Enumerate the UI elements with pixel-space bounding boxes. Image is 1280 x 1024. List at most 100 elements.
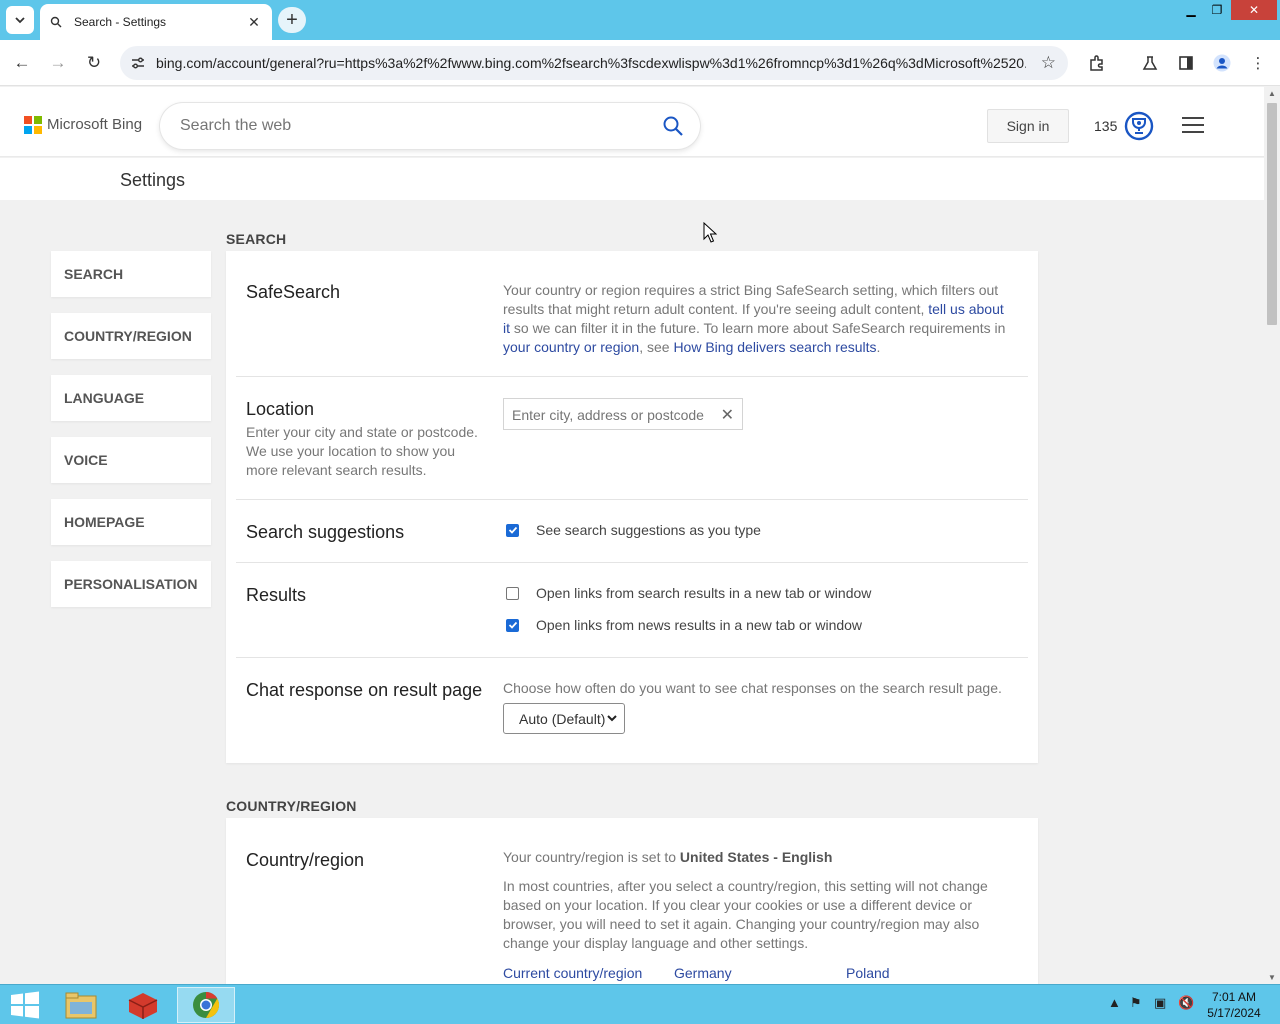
browser-menu-icon[interactable]: ⋮ [1247, 52, 1269, 74]
action-center-flag-icon[interactable]: ⚑ [1130, 995, 1142, 1011]
labs-flask-icon[interactable] [1139, 52, 1161, 74]
search-icon[interactable] [662, 115, 684, 137]
profile-icon[interactable] [1211, 52, 1233, 74]
new-tab-button[interactable]: + [278, 7, 306, 33]
country-link-poland[interactable]: Poland [846, 965, 890, 981]
system-clock[interactable]: 7:01 AM 5/17/2024 [1194, 989, 1274, 1021]
country-link-current[interactable]: Current country/region [503, 965, 642, 981]
brand-name[interactable]: Microsoft Bing [47, 116, 142, 133]
forward-button[interactable]: → [45, 50, 71, 76]
toolbox-icon [128, 993, 158, 1019]
browser-tab-strip: Search - Settings ✕ + ▁ ❐ ✕ [0, 0, 1280, 40]
search-box[interactable] [160, 103, 700, 149]
rewards-trophy-icon[interactable] [1124, 111, 1154, 141]
restore-button[interactable]: ❐ [1205, 0, 1229, 20]
chat-response-description: Choose how often do you want to see chat… [503, 680, 1002, 696]
browser-tab-active[interactable]: Search - Settings ✕ [40, 4, 272, 40]
network-icon[interactable]: ▣ [1154, 995, 1166, 1011]
country-current-value: United States - English [679, 849, 833, 865]
tab-search-button[interactable] [6, 6, 34, 34]
url-text: bing.com/account/general?ru=https%3a%2f%… [156, 55, 1026, 71]
minimize-button[interactable]: ▁ [1179, 0, 1203, 20]
checkmark-icon [508, 526, 517, 534]
search-suggestions-checkbox[interactable] [506, 523, 519, 537]
results-new-tab-label: Open links from search results in a new … [536, 585, 872, 601]
results-new-tab-option[interactable]: Open links from search results in a new … [503, 585, 871, 601]
bing-header: Microsoft Bing Sign in 135 [0, 87, 1264, 157]
news-new-tab-checkbox[interactable] [506, 618, 519, 632]
extensions-icon[interactable] [1086, 52, 1108, 74]
country-section-label: COUNTRY/REGION [226, 798, 357, 814]
country-current: Your country/region is set to United Sta… [503, 848, 1013, 867]
chat-response-select[interactable]: Auto (Default) [503, 703, 625, 734]
news-new-tab-option[interactable]: Open links from news results in a new ta… [503, 617, 862, 633]
country-region-title: Country/region [246, 850, 365, 870]
safesearch-title: SafeSearch [246, 282, 341, 302]
safesearch-text: . [876, 339, 881, 355]
address-bar[interactable]: bing.com/account/general?ru=https%3a%2f%… [120, 46, 1068, 80]
clock-time: 7:01 AM [1211, 990, 1257, 1004]
location-input[interactable] [512, 405, 712, 425]
back-button[interactable]: ← [9, 50, 35, 76]
browser-toolbar: ← → ↻ bing.com/account/general?ru=https%… [0, 40, 1280, 86]
country-current-prefix: Your country/region is set to [503, 849, 680, 865]
search-suggestions-option[interactable]: See search suggestions as you type [503, 522, 761, 538]
search-suggestions-label: See search suggestions as you type [536, 522, 761, 538]
hamburger-menu-icon[interactable] [1182, 117, 1204, 133]
taskbar-app-red[interactable] [118, 987, 168, 1023]
country-region-row: Country/region Your country/region is se… [236, 818, 1028, 984]
results-new-tab-checkbox[interactable] [506, 586, 519, 600]
site-info-icon[interactable] [130, 55, 146, 71]
taskbar-browser[interactable] [177, 987, 235, 1023]
location-description: Enter your city and state or postcode. W… [246, 424, 478, 478]
volume-muted-icon[interactable]: 🔇 [1178, 995, 1194, 1011]
country-description: In most countries, after you select a co… [503, 878, 988, 951]
scroll-up-icon[interactable]: ▲ [1267, 89, 1277, 98]
reload-icon: ↻ [86, 53, 102, 72]
arrow-left-icon: ← [13, 53, 31, 72]
side-panel-icon[interactable] [1175, 52, 1197, 74]
sidebar-item-homepage[interactable]: HOMEPAGE [51, 499, 211, 545]
bookmark-star-icon[interactable]: ☆ [1041, 53, 1056, 73]
page-viewport: Microsoft Bing Sign in 135 Settings SEAR… [0, 87, 1264, 984]
safesearch-text: so we can filter it in the future. To le… [510, 320, 1006, 336]
close-tab-icon[interactable]: ✕ [246, 14, 262, 31]
tray-expand-icon[interactable]: ▲ [1108, 995, 1121, 1010]
reload-button[interactable]: ↻ [81, 50, 107, 76]
sidebar-item-voice[interactable]: VOICE [51, 437, 211, 483]
windows-start-icon[interactable] [8, 990, 42, 1020]
mouse-cursor-icon [703, 222, 717, 243]
close-window-button[interactable]: ✕ [1231, 0, 1277, 20]
location-field[interactable]: ✕ [503, 398, 743, 430]
clock-date: 5/17/2024 [1207, 1006, 1261, 1020]
sidebar-item-language[interactable]: LANGUAGE [51, 375, 211, 421]
settings-sidebar: SEARCH COUNTRY/REGION LANGUAGE VOICE HOM… [51, 251, 211, 623]
how-bing-delivers-link[interactable]: How Bing delivers search results [673, 339, 876, 355]
scrollbar-thumb[interactable] [1267, 103, 1277, 325]
search-suggestions-row: Search suggestions See search suggestion… [236, 500, 1028, 563]
safesearch-description: Your country or region requires a strict… [503, 281, 1013, 357]
taskbar-file-explorer[interactable] [56, 987, 106, 1023]
country-region-link[interactable]: your country or region [503, 339, 639, 355]
page-scrollbar[interactable]: ▲ ▼ [1264, 87, 1280, 984]
chat-response-row: Chat response on result page Choose how … [236, 658, 1028, 762]
scroll-down-icon[interactable]: ▼ [1267, 973, 1277, 982]
page-title: Settings [120, 170, 186, 190]
sidebar-item-country-region[interactable]: COUNTRY/REGION [51, 313, 211, 359]
sidebar-item-personalisation[interactable]: PERSONALISATION [51, 561, 211, 607]
country-link-germany[interactable]: Germany [674, 965, 732, 981]
sidebar-item-search[interactable]: SEARCH [51, 251, 211, 297]
windows-taskbar: ▲ ⚑ ▣ 🔇 7:01 AM 5/17/2024 [0, 984, 1280, 1024]
rewards-points[interactable]: 135 [1094, 118, 1117, 134]
safesearch-row: SafeSearch Your country or region requir… [236, 251, 1028, 377]
plus-icon: + [286, 9, 298, 31]
sign-in-button[interactable]: Sign in [987, 109, 1069, 143]
microsoft-logo-icon[interactable] [24, 116, 42, 134]
chrome-browser-icon [193, 991, 220, 1019]
safesearch-text: , see [639, 339, 674, 355]
chevron-down-icon [15, 17, 25, 24]
results-title: Results [246, 585, 307, 605]
search-input[interactable] [180, 115, 650, 137]
safesearch-text: Your country or region requires a strict… [503, 282, 999, 317]
clear-icon[interactable]: ✕ [721, 405, 734, 425]
